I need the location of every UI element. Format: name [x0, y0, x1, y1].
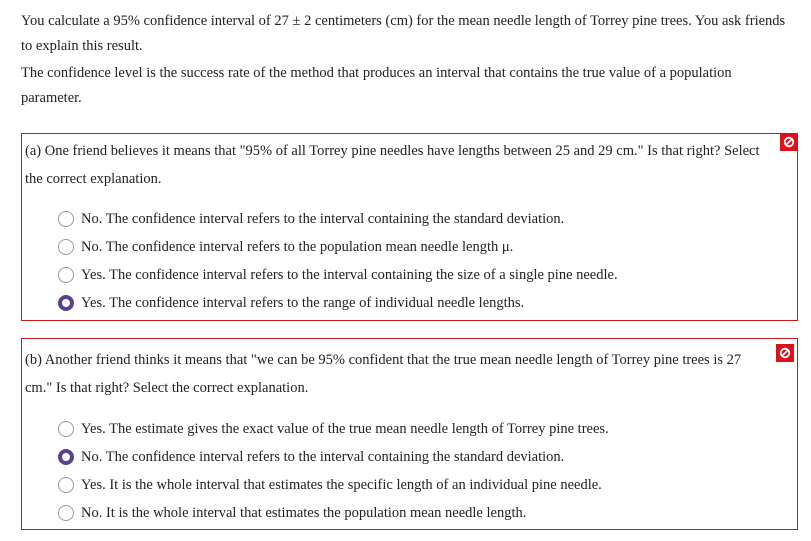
option-label: Yes. It is the whole interval that estim…: [81, 476, 602, 493]
radio-button-selected[interactable]: [58, 449, 74, 465]
intro-paragraph-1: You calculate a 95% confidence interval …: [21, 13, 786, 54]
radio-button[interactable]: [58, 211, 74, 227]
radio-button-selected[interactable]: [58, 295, 74, 311]
answer-option[interactable]: No. It is the whole interval that estima…: [58, 499, 609, 527]
question-a-box: (a) One friend believes it means that "9…: [21, 133, 798, 321]
question-b-box: (b) Another friend thinks it means that …: [21, 338, 798, 530]
answer-option[interactable]: Yes. The confidence interval refers to t…: [58, 289, 618, 317]
answer-option[interactable]: Yes. The confidence interval refers to t…: [58, 261, 618, 289]
option-label: No. The confidence interval refers to th…: [81, 238, 514, 255]
option-label: Yes. The confidence interval refers to t…: [81, 294, 525, 311]
radio-button[interactable]: [58, 477, 74, 493]
answer-option[interactable]: No. The confidence interval refers to th…: [58, 205, 618, 233]
intro-paragraph-2: The confidence level is the success rate…: [21, 65, 732, 106]
option-label: Yes. The estimate gives the exact value …: [81, 420, 609, 437]
answer-option[interactable]: No. The confidence interval refers to th…: [58, 443, 609, 471]
question-b-prompt: (b) Another friend thinks it means that …: [25, 352, 742, 396]
question-b-options: Yes. The estimate gives the exact value …: [58, 415, 609, 527]
radio-button[interactable]: [58, 239, 74, 255]
option-label: Yes. The confidence interval refers to t…: [81, 266, 618, 283]
answer-option[interactable]: Yes. The estimate gives the exact value …: [58, 415, 609, 443]
option-label: No. The confidence interval refers to th…: [81, 448, 565, 465]
option-label: No. It is the whole interval that estima…: [81, 504, 527, 521]
question-a-prompt: (a) One friend believes it means that "9…: [25, 143, 760, 187]
radio-button[interactable]: [58, 421, 74, 437]
question-a-options: No. The confidence interval refers to th…: [58, 205, 618, 317]
answer-option[interactable]: Yes. It is the whole interval that estim…: [58, 471, 609, 499]
radio-button[interactable]: [58, 505, 74, 521]
radio-button[interactable]: [58, 267, 74, 283]
answer-option[interactable]: No. The confidence interval refers to th…: [58, 233, 618, 261]
incorrect-icon: [780, 133, 798, 151]
option-label: No. The confidence interval refers to th…: [81, 210, 565, 227]
incorrect-icon: [776, 344, 794, 362]
